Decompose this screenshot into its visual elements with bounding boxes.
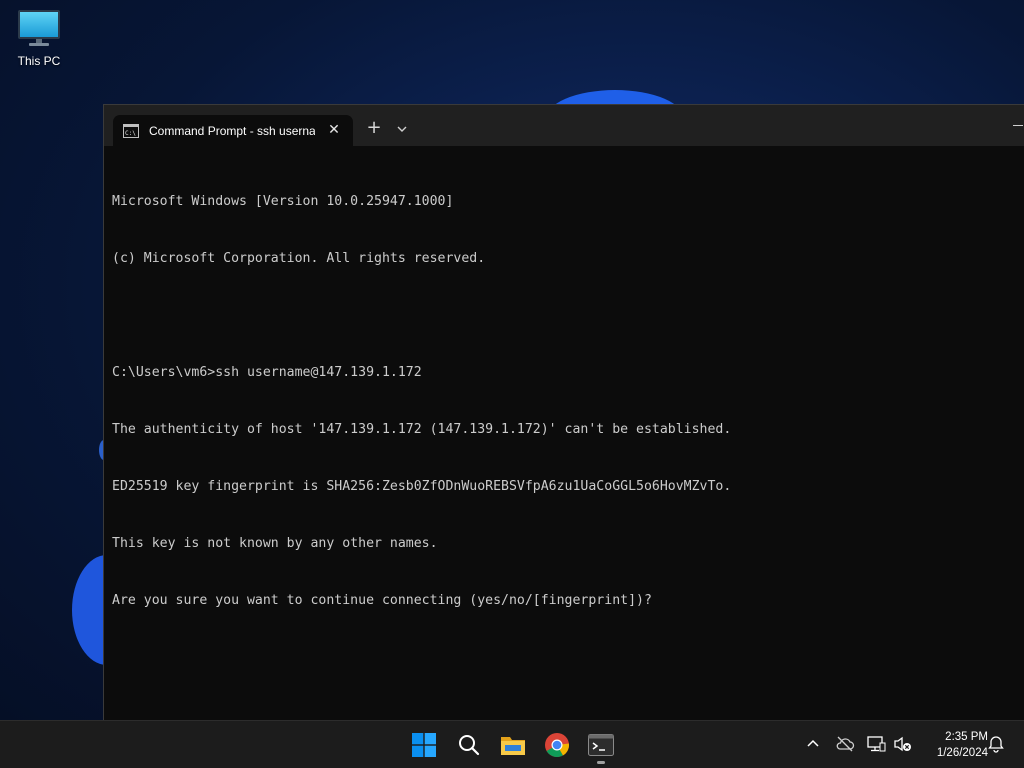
- search-icon: [459, 735, 480, 756]
- terminal-taskbar-button[interactable]: [583, 727, 619, 763]
- console-line: C:\Users\vm6>ssh username@147.139.1.172: [112, 365, 422, 380]
- tab-title: Command Prompt - ssh username@147.139.1.…: [149, 123, 315, 138]
- search-button[interactable]: [451, 727, 487, 763]
- desktop-icon-label: This PC: [17, 54, 61, 68]
- running-indicator: [597, 761, 605, 764]
- console-line: The authenticity of host '147.139.1.172 …: [112, 422, 732, 437]
- volume-muted-icon[interactable]: [893, 734, 913, 754]
- clock-date: 1/26/2024: [936, 747, 988, 759]
- cloud-off-icon[interactable]: [835, 734, 855, 754]
- tab-command-prompt[interactable]: C:\ Command Prompt - ssh username@147.13…: [113, 115, 353, 146]
- windows-logo-icon: [412, 733, 436, 757]
- folder-icon: [501, 737, 525, 755]
- window-titlebar[interactable]: C:\ Command Prompt - ssh username@147.13…: [104, 105, 1024, 146]
- chrome-button[interactable]: [539, 727, 575, 763]
- start-button[interactable]: [406, 727, 442, 763]
- cmd-icon: C:\: [123, 123, 139, 138]
- terminal-icon: [588, 734, 614, 756]
- new-tab-button[interactable]: +: [363, 118, 385, 140]
- console-line: Are you sure you want to continue connec…: [112, 593, 652, 608]
- network-icon[interactable]: [866, 734, 886, 754]
- chevron-down-icon[interactable]: [393, 120, 411, 138]
- svg-text:C:\: C:\: [125, 130, 136, 137]
- monitor-icon: [18, 10, 60, 46]
- console-line: (c) Microsoft Corporation. All rights re…: [112, 251, 486, 266]
- console-line: ED25519 key fingerprint is SHA256:Zesb0Z…: [112, 479, 732, 494]
- system-clock[interactable]: 2:35 PM 1/26/2024: [916, 729, 988, 763]
- console-output[interactable]: Microsoft Windows [Version 10.0.25947.10…: [112, 154, 1012, 714]
- file-explorer-button[interactable]: [495, 727, 531, 763]
- chrome-icon: [545, 733, 569, 758]
- minimize-button[interactable]: [1010, 119, 1024, 131]
- notification-bell-icon[interactable]: [987, 735, 1005, 753]
- console-line: Microsoft Windows [Version 10.0.25947.10…: [112, 194, 454, 209]
- desktop-icon-this-pc[interactable]: This PC: [8, 8, 70, 76]
- console-line: This key is not known by any other names…: [112, 536, 438, 551]
- close-tab-icon[interactable]: ✕: [325, 121, 343, 139]
- chevron-up-icon[interactable]: [804, 735, 822, 753]
- terminal-window[interactable]: C:\ Command Prompt - ssh username@147.13…: [103, 104, 1024, 720]
- clock-time: 2:35 PM: [945, 731, 988, 743]
- taskbar: 2:35 PM 1/26/2024: [0, 720, 1024, 768]
